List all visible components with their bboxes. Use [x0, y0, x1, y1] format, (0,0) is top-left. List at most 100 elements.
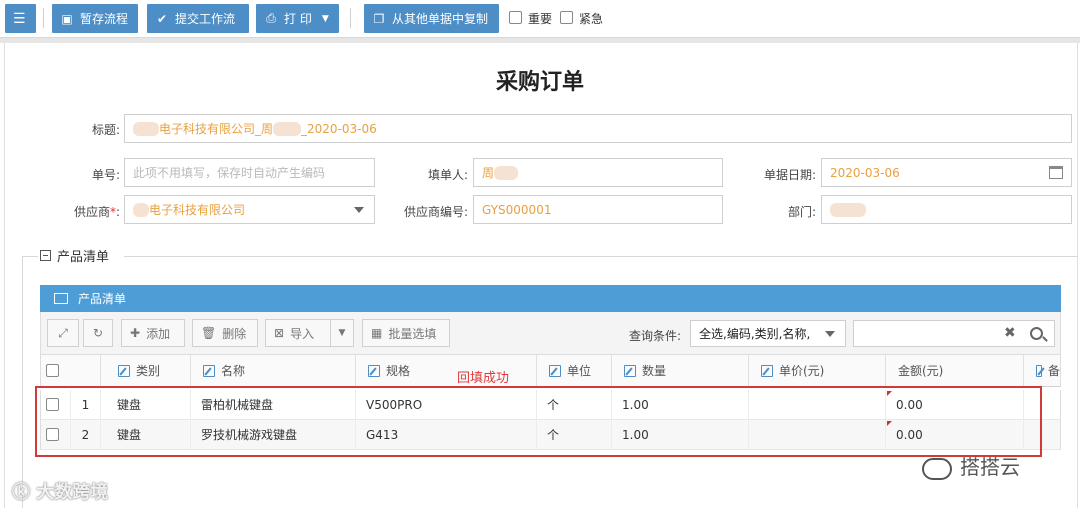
- section-border: [22, 256, 38, 257]
- submit-label: 提交工作流: [175, 12, 236, 26]
- column-header[interactable]: 单位: [537, 355, 612, 386]
- watermark-logo-icon: ⓚ: [12, 482, 30, 503]
- list-menu-button[interactable]: ☰: [5, 4, 36, 33]
- query-condition-select[interactable]: 全选,编码,类别,名称,: [690, 320, 846, 347]
- watermark-right: 搭搭云: [922, 451, 1020, 480]
- subject-value: 电子科技有限公司_周: [159, 122, 274, 136]
- column-header[interactable]: 备: [1024, 355, 1060, 386]
- batch-fill-button[interactable]: ▦ 批量选填: [362, 319, 450, 347]
- expand-icon: ⤢: [58, 325, 68, 340]
- watermark-left-text: 大数跨境: [36, 482, 109, 503]
- important-label: 重要: [528, 12, 553, 26]
- number-field[interactable]: 此项不用填写，保存时自动产生编码: [124, 158, 375, 187]
- column-header[interactable]: 规格: [356, 355, 537, 386]
- print-label: 打 印: [284, 12, 312, 26]
- dept-label: 部门:: [787, 205, 816, 219]
- important-checkbox[interactable]: [509, 11, 522, 24]
- urgent-label: 紧急: [579, 12, 604, 26]
- subject-field[interactable]: 电子科技有限公司_周 _2020-03-06: [124, 114, 1072, 143]
- chevron-down-icon: ▼: [338, 328, 346, 338]
- toolbar-divider: [350, 8, 351, 28]
- number-label: 单号:: [91, 168, 120, 182]
- page-title: 采购订单: [495, 70, 584, 95]
- clear-icon[interactable]: ✖: [1004, 325, 1016, 341]
- delete-row-button[interactable]: 🗑 删除: [192, 319, 258, 347]
- col-unit: 单位: [567, 364, 592, 378]
- edit-icon: [368, 364, 380, 377]
- supplier-select[interactable]: 电子科技有限公司: [124, 195, 375, 224]
- watermark-right-text: 搭搭云: [960, 455, 1020, 479]
- grid-panel-header: 产品清单: [40, 285, 1061, 312]
- trash-icon: 🗑: [201, 326, 217, 340]
- supplier-code-label: 供应商编号:: [403, 205, 468, 219]
- chevron-down-icon: [825, 331, 835, 337]
- query-value: 全选,编码,类别,名称,: [699, 327, 811, 341]
- top-toolbar: ☰ ▣ 暂存流程 ✔ 提交工作流 ⎙ 打 印 ▼ ❐ 从其他单据中复制 重要 紧…: [0, 0, 1080, 38]
- date-field[interactable]: 2020-03-06: [821, 158, 1072, 187]
- column-header[interactable]: 金额(元): [886, 355, 1024, 386]
- save-draft-button[interactable]: ▣ 暂存流程: [52, 4, 138, 33]
- column-header[interactable]: 名称: [191, 355, 356, 386]
- import-dropdown-button[interactable]: ▼: [330, 319, 354, 347]
- list-icon: ☰: [13, 10, 26, 27]
- section-border: [124, 256, 1078, 257]
- column-header[interactable]: 类别: [101, 355, 191, 386]
- copy-from-other-button[interactable]: ❐ 从其他单据中复制: [364, 4, 499, 33]
- import-label: 导入: [290, 326, 315, 341]
- grid-icon: ▦: [371, 326, 383, 340]
- column-header[interactable]: 数量: [612, 355, 749, 386]
- dept-field[interactable]: [821, 195, 1072, 224]
- chevron-down-icon: ▼: [321, 13, 329, 24]
- edit-icon: [1036, 364, 1042, 377]
- batch-label: 批量选填: [388, 326, 437, 341]
- supplier-code-value: GYS000001: [482, 202, 552, 217]
- watermark-left: ⓚ 大数跨境: [12, 478, 108, 504]
- edit-icon: [549, 364, 561, 377]
- save-draft-label: 暂存流程: [80, 12, 129, 26]
- filler-label: 填单人:: [427, 168, 468, 182]
- col-amount: 金额(元): [898, 364, 944, 378]
- supplier-label-colon: :: [115, 205, 120, 219]
- search-icon[interactable]: [1030, 327, 1043, 340]
- backfill-success-annotation: 回填成功: [457, 371, 510, 386]
- wechat-icon: [922, 457, 952, 480]
- urgent-checkbox[interactable]: [560, 11, 573, 24]
- redacted-mark: [494, 165, 519, 180]
- col-remark: 备: [1047, 364, 1060, 378]
- import-button[interactable]: ⊠ 导入: [265, 319, 331, 347]
- supplier-label-text: 供应商: [73, 205, 110, 219]
- supplier-label: 供应商*:: [50, 203, 120, 220]
- grid-search-input[interactable]: ✖: [853, 320, 1055, 347]
- filler-field[interactable]: 周: [473, 158, 723, 187]
- collapse-icon: [40, 250, 51, 261]
- col-qty: 数量: [642, 364, 667, 378]
- toolbar-divider: [43, 8, 44, 28]
- edit-icon: [203, 364, 215, 377]
- add-row-button[interactable]: ✚ 添加: [121, 319, 185, 347]
- fullscreen-button[interactable]: ⤢: [47, 319, 79, 347]
- refresh-button[interactable]: ↻: [83, 319, 113, 347]
- check-icon: ✔: [156, 11, 168, 26]
- col-spec: 规格: [386, 364, 411, 378]
- calendar-icon[interactable]: [1049, 166, 1063, 179]
- chevron-down-icon: [354, 207, 364, 213]
- edit-icon: [624, 364, 636, 377]
- subject-label: 标题:: [91, 123, 120, 137]
- highlight-box: [35, 386, 1042, 457]
- query-label: 查询条件:: [629, 329, 682, 343]
- excel-icon: ⊠: [274, 326, 285, 340]
- section-legend[interactable]: 产品清单: [40, 246, 114, 265]
- select-all-checkbox[interactable]: [46, 364, 59, 377]
- copy-icon: ❐: [373, 11, 385, 26]
- date-value: 2020-03-06: [830, 165, 900, 180]
- supplier-code-field[interactable]: GYS000001: [473, 195, 723, 224]
- edit-icon: [761, 364, 773, 377]
- search-icon-handle: [1042, 336, 1048, 342]
- print-button[interactable]: ⎙ 打 印 ▼: [256, 4, 339, 33]
- save-icon: ▣: [61, 11, 73, 26]
- redacted-mark: [133, 121, 159, 136]
- submit-workflow-button[interactable]: ✔ 提交工作流: [147, 4, 249, 33]
- select-all-cell: [41, 355, 101, 386]
- section-legend-label: 产品清单: [57, 250, 110, 265]
- column-header[interactable]: 单价(元): [749, 355, 886, 386]
